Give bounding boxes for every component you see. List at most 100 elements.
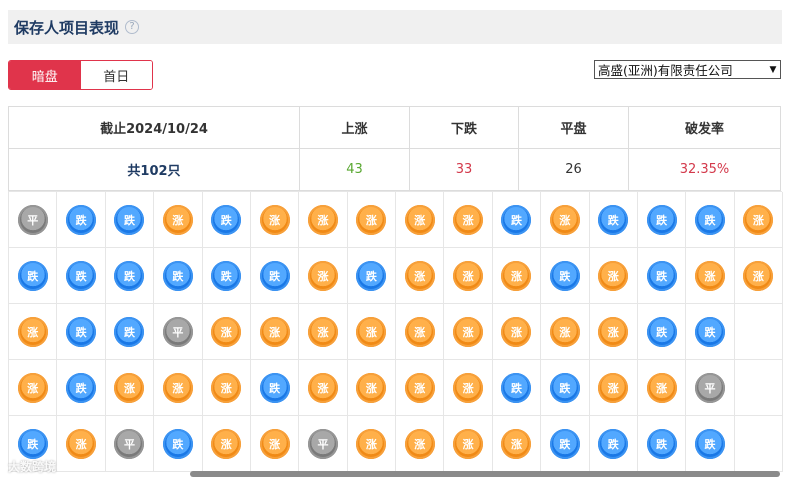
flat-coin-icon[interactable]: 平 (307, 428, 338, 459)
up-coin-icon[interactable]: 涨 (66, 428, 97, 459)
up-coin-icon[interactable]: 涨 (501, 316, 532, 347)
down-coin-icon[interactable]: 跌 (114, 260, 145, 291)
down-coin-icon[interactable]: 跌 (356, 260, 387, 291)
down-coin-icon[interactable]: 跌 (549, 372, 580, 403)
down-coin-icon[interactable]: 跌 (114, 204, 145, 235)
up-coin-icon[interactable]: 涨 (404, 428, 435, 459)
up-coin-icon[interactable]: 涨 (356, 204, 387, 235)
up-coin-icon[interactable]: 涨 (404, 260, 435, 291)
down-coin-icon[interactable]: 跌 (259, 372, 290, 403)
up-coin-icon[interactable]: 涨 (694, 260, 725, 291)
grid-cell: 涨 (444, 192, 493, 248)
down-coin-icon[interactable]: 跌 (114, 316, 145, 347)
down-coin-icon[interactable]: 跌 (17, 428, 48, 459)
down-coin-icon[interactable]: 跌 (66, 260, 97, 291)
up-coin-icon[interactable]: 涨 (646, 372, 677, 403)
grid-cell: 跌 (637, 416, 687, 472)
grid-cell: 涨 (444, 360, 493, 416)
up-coin-icon[interactable]: 涨 (114, 372, 145, 403)
up-coin-icon[interactable]: 涨 (598, 372, 629, 403)
down-coin-icon[interactable]: 跌 (162, 428, 193, 459)
up-coin-icon[interactable]: 涨 (17, 316, 48, 347)
firm-select[interactable]: 高盛(亚洲)有限责任公司 ▼ (594, 60, 781, 79)
up-coin-icon[interactable]: 涨 (404, 316, 435, 347)
flat-coin-icon[interactable]: 平 (694, 372, 725, 403)
up-coin-icon[interactable]: 涨 (162, 204, 193, 235)
up-coin-icon[interactable]: 涨 (743, 204, 774, 235)
flat-header: 平盘 (518, 106, 629, 149)
up-coin-icon[interactable]: 涨 (501, 428, 532, 459)
down-coin-icon[interactable]: 跌 (549, 428, 580, 459)
down-coin-icon[interactable]: 跌 (598, 428, 629, 459)
up-coin-icon[interactable]: 涨 (404, 204, 435, 235)
up-coin-icon[interactable]: 涨 (453, 260, 484, 291)
up-coin-icon[interactable]: 涨 (501, 260, 532, 291)
up-coin-icon[interactable]: 涨 (211, 428, 242, 459)
down-coin-icon[interactable]: 跌 (646, 316, 677, 347)
down-coin-icon[interactable]: 跌 (549, 260, 580, 291)
down-coin-icon[interactable]: 跌 (17, 260, 48, 291)
grid-cell: 跌 (105, 248, 155, 304)
up-coin-icon[interactable]: 涨 (307, 260, 338, 291)
down-coin-icon[interactable]: 跌 (211, 260, 242, 291)
down-coin-icon[interactable]: 跌 (66, 204, 97, 235)
up-coin-icon[interactable]: 涨 (404, 372, 435, 403)
up-coin-icon[interactable]: 涨 (211, 316, 242, 347)
up-coin-icon[interactable]: 涨 (549, 316, 580, 347)
down-coin-icon[interactable]: 跌 (501, 372, 532, 403)
up-coin-icon[interactable]: 涨 (17, 372, 48, 403)
grid-cell: 跌 (541, 416, 590, 472)
up-coin-icon[interactable]: 涨 (356, 428, 387, 459)
up-coin-icon[interactable]: 涨 (211, 372, 242, 403)
down-coin-icon[interactable]: 跌 (211, 204, 242, 235)
up-coin-icon[interactable]: 涨 (307, 204, 338, 235)
up-coin-icon[interactable]: 涨 (356, 316, 387, 347)
grid-cell: 跌 (57, 360, 106, 416)
up-coin-icon[interactable]: 涨 (453, 428, 484, 459)
grid-cell: 涨 (9, 360, 58, 416)
down-coin-icon[interactable]: 跌 (646, 428, 677, 459)
up-coin-icon[interactable]: 涨 (307, 372, 338, 403)
flat-coin-icon[interactable]: 平 (17, 204, 48, 235)
down-coin-icon[interactable]: 跌 (694, 204, 725, 235)
up-coin-icon[interactable]: 涨 (743, 260, 774, 291)
tab-dark-market[interactable]: 暗盘 (9, 61, 81, 89)
down-coin-icon[interactable]: 跌 (646, 204, 677, 235)
down-coin-icon[interactable]: 跌 (694, 428, 725, 459)
up-coin-icon[interactable]: 涨 (453, 372, 484, 403)
up-coin-icon[interactable]: 涨 (162, 372, 193, 403)
down-coin-icon[interactable]: 跌 (162, 260, 193, 291)
help-circle-icon[interactable]: ? (125, 20, 140, 34)
up-coin-icon[interactable]: 涨 (259, 204, 290, 235)
flat-coin-icon[interactable]: 平 (114, 428, 145, 459)
rate-header: 破发率 (628, 106, 781, 149)
grid-cell: 涨 (57, 416, 106, 472)
down-coin-icon[interactable]: 跌 (259, 260, 290, 291)
down-coin-icon[interactable]: 跌 (66, 316, 97, 347)
up-coin-icon[interactable]: 涨 (259, 316, 290, 347)
up-coin-icon[interactable]: 涨 (356, 372, 387, 403)
up-coin-icon[interactable]: 涨 (598, 316, 629, 347)
horizontal-scrollbar[interactable] (190, 471, 780, 477)
grid-cell: 涨 (444, 304, 493, 360)
up-coin-icon[interactable]: 涨 (453, 204, 484, 235)
down-header: 下跌 (409, 106, 519, 149)
up-coin-icon[interactable]: 涨 (453, 316, 484, 347)
down-coin-icon[interactable]: 跌 (646, 260, 677, 291)
up-coin-icon[interactable]: 涨 (307, 316, 338, 347)
up-coin-icon[interactable]: 涨 (598, 260, 629, 291)
down-coin-icon[interactable]: 跌 (598, 204, 629, 235)
grid-cell: 跌 (492, 360, 542, 416)
grid-cell: 涨 (589, 360, 638, 416)
down-coin-icon[interactable]: 跌 (501, 204, 532, 235)
down-coin-icon[interactable]: 跌 (694, 316, 725, 347)
flat-coin-icon[interactable]: 平 (162, 316, 193, 347)
break-rate: 32.35% (628, 148, 781, 191)
tab-first-day[interactable]: 首日 (80, 61, 152, 89)
grid-cell: 涨 (686, 248, 735, 304)
up-coin-icon[interactable]: 涨 (259, 428, 290, 459)
grid-cell: 跌 (589, 416, 638, 472)
grid-cell (734, 360, 783, 416)
up-coin-icon[interactable]: 涨 (549, 204, 580, 235)
down-coin-icon[interactable]: 跌 (66, 372, 97, 403)
